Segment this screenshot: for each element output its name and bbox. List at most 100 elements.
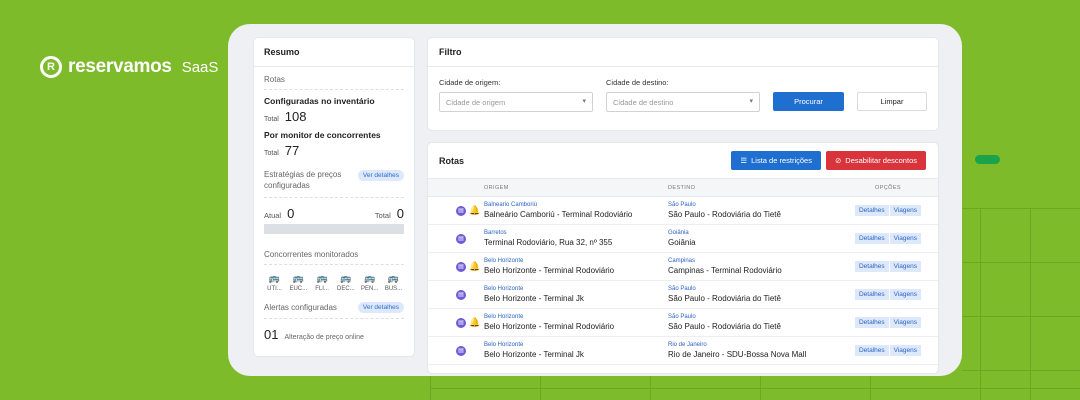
filter-panel: Filtro Cidade de origem: Cidade de orige…	[428, 38, 938, 130]
trips-button[interactable]: Viagens	[888, 345, 922, 356]
competitor-item[interactable]: 🚌 DEC...	[335, 273, 356, 292]
origin-city: Belo Horizonte	[484, 314, 524, 320]
destination-cell: Rio de Janeiro Rio de Janeiro - SDU-Bossa…	[668, 342, 838, 359]
destination-cell: São Paulo São Paulo - Rodoviária do Tietê	[668, 286, 838, 303]
trips-button[interactable]: Viagens	[888, 205, 922, 216]
origin-terminal: Belo Horizonte - Terminal Rodoviário	[484, 266, 615, 275]
strategies-label: Estratégias de preços configuradas	[264, 170, 342, 190]
trips-button[interactable]: Viagens	[888, 289, 922, 300]
details-button[interactable]: Detalhes	[854, 317, 889, 328]
destination-terminal: Rio de Janeiro - SDU-Bossa Nova Mall	[668, 350, 807, 359]
alert-description: Alteração de preço online	[284, 333, 364, 341]
trips-button[interactable]: Viagens	[888, 233, 922, 244]
strategies-details-button[interactable]: Ver detalhes	[357, 170, 404, 181]
competitors-list: 🚌 UTI... 🚌 EUC... 🚌 FLI... 🚌 DEC... 🚌 PEN... …	[264, 273, 404, 292]
table-row[interactable]: ▤ Belo Horizonte Belo Horizonte - Terminal…	[428, 281, 938, 309]
origin-city: Belo Horizonte	[484, 286, 524, 292]
details-button[interactable]: Detalhes	[854, 345, 889, 356]
origin-city: Balneario Camboriú	[484, 202, 538, 208]
options-cell: Detalhes Viagens	[838, 289, 938, 300]
competitor-item[interactable]: 🚌 UTI...	[264, 273, 285, 292]
search-button[interactable]: Procurar	[773, 92, 844, 111]
competitor-monitor-label: Por monitor de concorrentes	[264, 130, 381, 140]
inventory-label: Configuradas no inventário	[264, 96, 375, 106]
competitor-item[interactable]: 🚌 FLI...	[312, 273, 333, 292]
routes-panel: Rotas ☰ Lista de restrições ⊘ Desabilita…	[428, 143, 938, 373]
origin-cell: Barretos Terminal Rodoviário, Rua 32, nº …	[484, 230, 668, 247]
bus-icon: 🚌	[316, 272, 328, 283]
list-icon: ☰	[740, 156, 748, 165]
origin-terminal: Belo Horizonte - Terminal Jk	[484, 350, 584, 359]
origin-terminal: Balneário Camboriú - Terminal Rodoviário	[484, 210, 633, 219]
row-icons: ▤ 🔔	[428, 317, 484, 328]
column-options: OPÇÕES	[875, 184, 901, 191]
alerts-row: Alertas configuradas Ver detalhes	[264, 296, 404, 319]
bus-icon: ▤	[456, 233, 466, 244]
origin-cell: Belo Horizonte Belo Horizonte - Terminal …	[484, 314, 668, 331]
routes-title: Rotas	[439, 155, 465, 166]
destination-terminal: São Paulo - Rodoviária do Tietê	[668, 294, 781, 303]
details-button[interactable]: Detalhes	[854, 233, 889, 244]
table-row[interactable]: ▤ Barretos Terminal Rodoviário, Rua 32, nº…	[428, 225, 938, 253]
destination-city: São Paulo	[668, 286, 696, 292]
bus-icon: 🚌	[387, 272, 400, 283]
competitor-item[interactable]: 🚌 PEN...	[359, 273, 380, 292]
origin-select[interactable]: Cidade de origem ▾	[439, 92, 593, 112]
reservamos-logo-icon: R	[40, 56, 62, 78]
competitor-item[interactable]: 🚌 EUC...	[288, 273, 309, 292]
options-cell: Detalhes Viagens	[838, 233, 938, 244]
competitor-monitor-total: Total 77	[264, 143, 300, 158]
details-button[interactable]: Detalhes	[854, 261, 889, 272]
filter-title: Filtro	[428, 38, 938, 67]
destination-terminal: Campinas - Terminal Rodoviário	[668, 266, 782, 275]
chevron-down-icon: ▾	[749, 98, 753, 105]
options-cell: Detalhes Viagens	[838, 205, 938, 216]
disable-discounts-button[interactable]: ⊘ Desabilitar descontos	[825, 151, 926, 170]
summary-title: Resumo	[254, 38, 414, 67]
table-row[interactable]: ▤ 🔔 Balneario Camboriú Balneário Camboriú -…	[428, 197, 938, 225]
options-cell: Detalhes Viagens	[838, 261, 938, 272]
alerts-label: Alertas configuradas	[264, 302, 337, 312]
destination-label: Cidade de destino:	[606, 78, 669, 87]
row-icons: ▤	[428, 233, 484, 244]
bell-icon: 🔔	[469, 317, 481, 327]
bus-icon: ▤	[456, 345, 466, 356]
brand-name: reservamos	[68, 56, 172, 77]
details-button[interactable]: Detalhes	[854, 205, 889, 216]
trips-button[interactable]: Viagens	[888, 261, 922, 272]
column-destination: DESTINO	[668, 184, 696, 191]
destination-cell: Campinas Campinas - Terminal Rodoviário	[668, 258, 838, 275]
destination-city: São Paulo	[668, 314, 696, 320]
routes-header: Rotas ☰ Lista de restrições ⊘ Desabilita…	[428, 143, 938, 179]
destination-city: Campinas	[668, 258, 696, 264]
table-row[interactable]: ▤ Belo Horizonte Belo Horizonte - Terminal…	[428, 337, 938, 365]
decorative-pill	[975, 155, 1000, 164]
bus-icon: ▤	[456, 205, 466, 216]
destination-cell: Goiânia Goiânia	[668, 230, 838, 247]
bus-icon: 🚌	[340, 272, 352, 283]
origin-city: Belo Horizonte	[484, 342, 524, 348]
restrictions-list-button[interactable]: ☰ Lista de restrições	[731, 151, 821, 170]
bus-icon: 🚌	[292, 272, 304, 283]
app-window: Resumo Rotas Configuradas no inventário …	[228, 24, 962, 376]
trips-button[interactable]: Viagens	[888, 317, 922, 328]
routes-table-body: ▤ 🔔 Balneario Camboriú Balneário Camboriú -…	[428, 197, 938, 365]
atual-total-value: 0	[396, 205, 404, 221]
clear-button[interactable]: Limpar	[857, 92, 927, 111]
origin-terminal: Terminal Rodoviário, Rua 32, nº 355	[484, 238, 613, 247]
row-icons: ▤	[428, 345, 484, 356]
bus-icon: ▤	[456, 289, 466, 300]
alerts-details-button[interactable]: Ver detalhes	[357, 301, 404, 313]
table-row[interactable]: ▤ 🔔 Belo Horizonte Belo Horizonte - Termina…	[428, 309, 938, 337]
brand-suffix: SaaS	[181, 58, 219, 76]
destination-city: São Paulo	[668, 202, 696, 208]
summary-panel: Resumo Rotas Configuradas no inventário …	[254, 38, 414, 356]
alert-count-row: 01 Alteração de preço online	[264, 327, 404, 342]
destination-select[interactable]: Cidade de destino ▾	[606, 92, 760, 112]
table-row[interactable]: ▤ 🔔 Belo Horizonte Belo Horizonte - Termina…	[428, 253, 938, 281]
bus-icon: ▤	[456, 317, 466, 328]
origin-terminal: Belo Horizonte - Terminal Rodoviário	[484, 322, 615, 331]
details-button[interactable]: Detalhes	[854, 289, 889, 300]
competitor-item[interactable]: 🚌 BUS...	[383, 273, 404, 292]
bus-icon: ▤	[456, 261, 466, 272]
